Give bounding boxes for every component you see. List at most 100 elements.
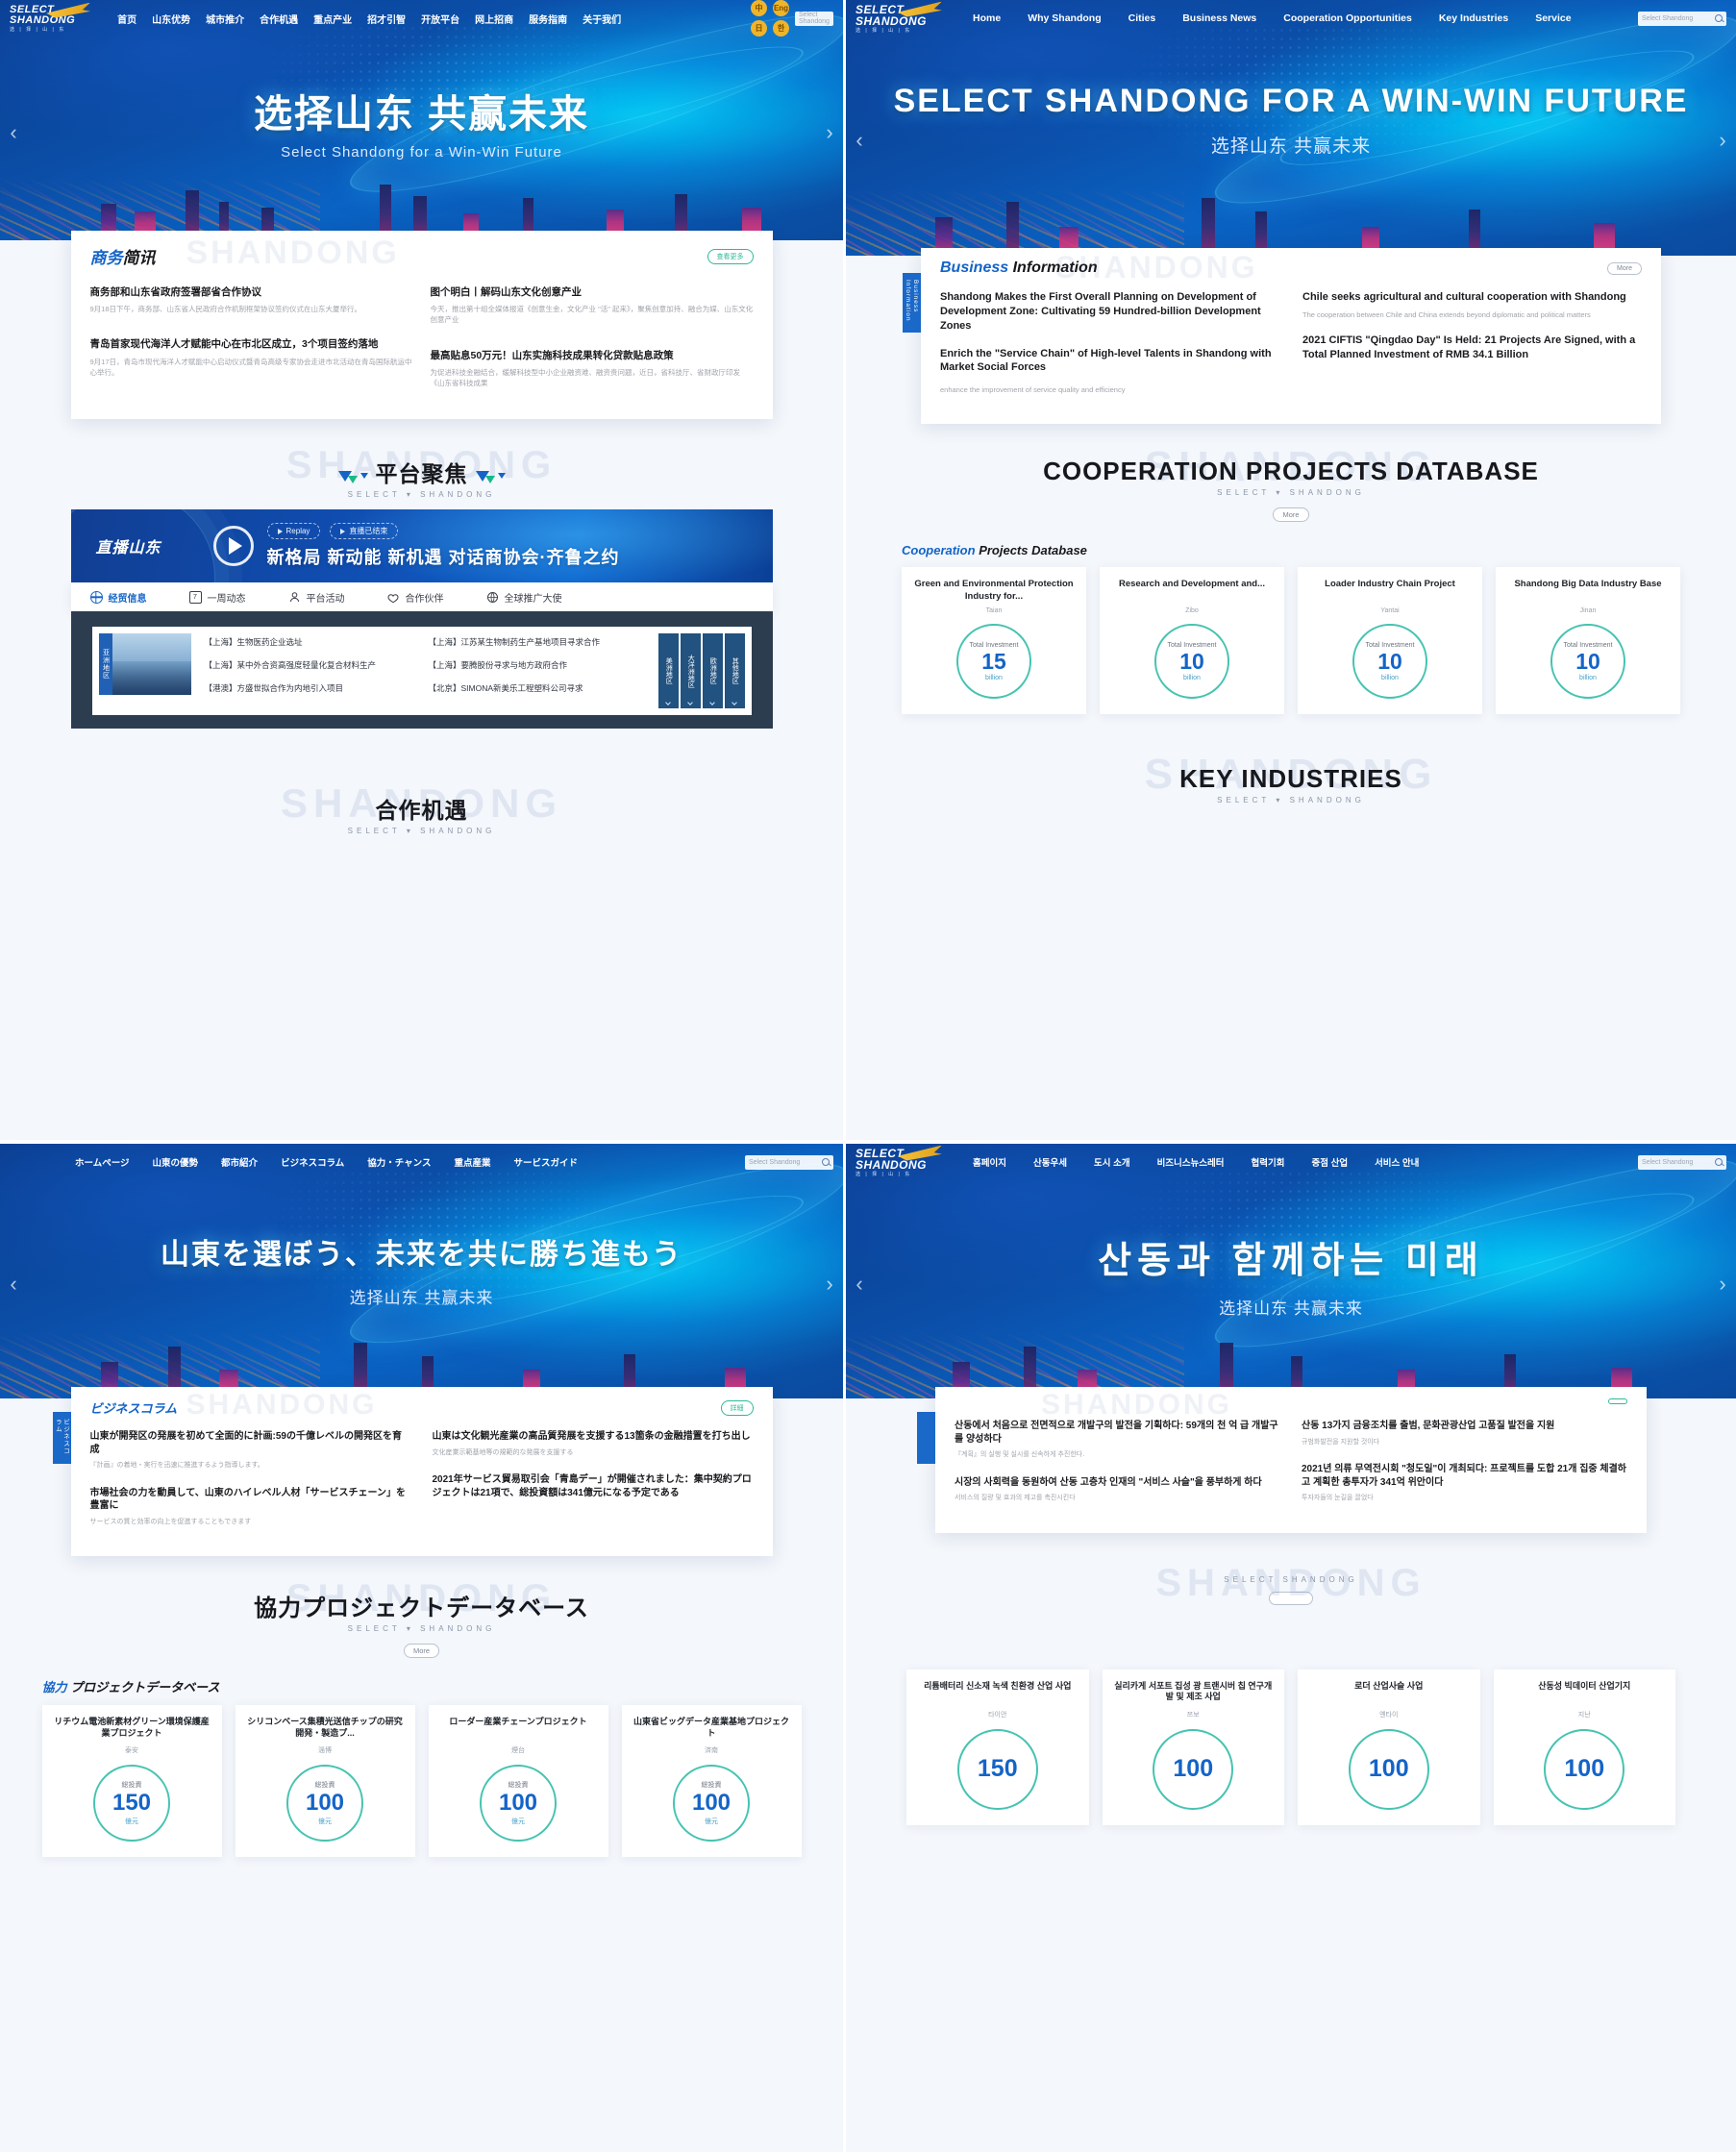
news-item[interactable]: 시장의 사회력을 동원하여 산동 고층차 인재의 "서비스 사슬"을 풍부하게 … (955, 1476, 1280, 1504)
lang-option-en[interactable]: Eng (773, 0, 789, 16)
news-item[interactable]: Enrich the "Service Chain" of High-level… (940, 347, 1279, 396)
nav-item[interactable]: 网上招商 (475, 12, 513, 26)
news-more-button[interactable]: 查看更多 (707, 248, 754, 264)
news-more-button[interactable]: More (1607, 261, 1642, 275)
region-thumbnail[interactable]: 亚洲地区 (98, 633, 191, 696)
opportunity-item[interactable]: 【上海】某中外合资高强度轻量化复合材料生产 (205, 659, 429, 671)
project-card[interactable]: Shandong Big Data Industry Base Jinan To… (1496, 567, 1680, 715)
carousel-next-icon[interactable]: › (1715, 128, 1730, 153)
region-tab-oceania[interactable]: 大洋洲地区 (680, 633, 701, 709)
carousel-prev-icon[interactable]: ‹ (6, 1272, 21, 1297)
nav-item[interactable]: 服务指南 (529, 12, 567, 26)
projects-more-button[interactable]: More (403, 1644, 440, 1658)
nav-item[interactable]: 산동우세 (1033, 1155, 1067, 1169)
tab-partners[interactable]: 合作伙伴 (386, 590, 444, 605)
carousel-next-icon[interactable]: › (822, 120, 837, 145)
nav-item[interactable]: 都市紹介 (221, 1155, 258, 1169)
search-input-zh[interactable]: Select Shandong (795, 11, 833, 26)
project-card[interactable]: Loader Industry Chain Project Yantai Tot… (1298, 567, 1482, 715)
carousel-prev-icon[interactable]: ‹ (852, 128, 867, 153)
nav-item[interactable]: 서비스 안내 (1375, 1155, 1419, 1169)
tab-platform-events[interactable]: 平台活动 (288, 590, 345, 605)
project-card[interactable]: 산동성 빅데이터 산업기지 지난 100 (1493, 1669, 1675, 1825)
news-item[interactable]: Chile seeks agricultural and cultural co… (1302, 290, 1642, 320)
tab-economic-info[interactable]: 经贸信息 (89, 590, 147, 605)
project-card[interactable]: 리튬배터리 신소재 녹색 친환경 산업 사업 타이안 150 (906, 1669, 1089, 1825)
live-banner[interactable]: 直播山东 Replay 直播已结束 新格局 新动能 新机遇 对话商协会·齐鲁之约 (70, 509, 773, 583)
nav-item[interactable]: 山東の優勢 (153, 1155, 199, 1169)
project-card[interactable]: 실리카게 서포트 집성 광 트랜시버 칩 연구개발 및 제조 사업 쯔보 100 (1102, 1669, 1284, 1825)
projects-more-button[interactable]: More (1273, 507, 1309, 523)
nav-item[interactable]: 홈페이지 (973, 1155, 1006, 1169)
region-tab-americas[interactable]: 美洲地区 (657, 633, 679, 709)
carousel-prev-icon[interactable]: ‹ (6, 120, 21, 145)
search-icon[interactable] (822, 1158, 830, 1166)
opportunity-item[interactable]: 【上海】江苏某生物制药生产基地项目寻求合作 (429, 636, 653, 648)
news-item[interactable]: 图个明白丨解码山东文化创意产业 今天，推出第十组全媒体报道《创意生金，文化产业 … (431, 285, 754, 326)
news-item[interactable]: 山東は文化観光産業の高品質発展を支援する13箇条の金融措置を打ち出し 文化産業示… (433, 1430, 754, 1458)
nav-item[interactable]: Business News (1182, 12, 1256, 24)
nav-item[interactable]: 重点産業 (455, 1155, 491, 1169)
search-input-en[interactable]: Select Shandong (1638, 11, 1726, 26)
opportunity-item[interactable]: 【北京】SIMONA新美乐工程塑料公司寻求 (429, 682, 653, 694)
nav-item[interactable]: 山东优势 (152, 12, 190, 26)
opportunity-item[interactable]: 【上海】要腾股份寻求与地方政府合作 (429, 659, 653, 671)
nav-item[interactable]: Service (1535, 12, 1571, 24)
nav-item[interactable]: 協力・チャンス (367, 1155, 431, 1169)
play-button-icon[interactable] (212, 526, 254, 567)
nav-item[interactable]: Home (973, 12, 1001, 24)
side-tab-business-column[interactable]: ビジネスコラム (52, 1412, 71, 1464)
nav-item[interactable]: Cities (1128, 12, 1156, 24)
nav-item[interactable]: Cooperation Opportunities (1283, 12, 1412, 24)
nav-item[interactable]: 重点产业 (313, 12, 352, 26)
nav-item[interactable]: 도시 소개 (1094, 1155, 1130, 1169)
news-item[interactable]: 商务部和山东省政府签署部省合作协议 9月18日下午，商务部、山东省人民政府合作机… (90, 285, 413, 314)
news-item[interactable]: 山東が開発区の発展を初めて全面的に計画:59の千億レベルの開発区を育成 『計画』… (90, 1430, 411, 1472)
nav-item[interactable]: 비즈니스뉴스레터 (1157, 1155, 1225, 1169)
opportunity-item[interactable]: 【上海】生物医药企业选址 (205, 636, 429, 648)
news-item[interactable]: 最高贴息50万元！山东实施科技成果转化贷款贴息政策 为促进科技金融结合，缓解科技… (431, 349, 754, 389)
project-card[interactable]: 로더 산업사슬 사업 옌타이 100 (1298, 1669, 1480, 1825)
news-item[interactable]: 青岛首家现代海洋人才赋能中心在市北区成立，3个项目签约落地 9月17日，青岛市现… (90, 337, 413, 378)
news-item[interactable]: 2021年サービス貿易取引会「青島デー」が開催されました：集中契約プロジェクトは… (433, 1473, 754, 1499)
nav-item[interactable]: Key Industries (1439, 12, 1508, 24)
news-item[interactable]: 2021년 의류 무역전시회 "청도일"이 개최되다: 프로젝트를 도합 21개… (1302, 1463, 1627, 1504)
lang-option-ko[interactable]: 한 (773, 20, 789, 37)
nav-item[interactable]: ビジネスコラム (281, 1155, 344, 1169)
opportunity-item[interactable]: 【港澳】方盛世拟合作为内地引入项目 (205, 682, 429, 694)
nav-item[interactable]: 협력기회 (1251, 1155, 1284, 1169)
project-card[interactable]: リチウム電池新素材グリーン環境保護産業プロジェクト 泰安 総投資 150 億元 (41, 1705, 222, 1857)
region-tab-europe[interactable]: 欧洲地区 (702, 633, 723, 709)
lang-option-zh[interactable]: 中 (751, 0, 767, 16)
news-item[interactable]: 산동 13가지 금융조치를 출범, 문화관광산업 고품질 발전을 지원 규범화발… (1302, 1420, 1627, 1447)
site-logo[interactable]: SELECT SHANDONG 选 | 择 | 山 | 东 (856, 1, 943, 34)
project-card[interactable]: Green and Environmental Protection Indus… (902, 567, 1086, 715)
news-item[interactable]: 市場社会の力を動員して、山東のハイレベル人材「サービスチェーン」を豊富に サービ… (90, 1487, 411, 1528)
search-input-ja[interactable]: Select Shandong (745, 1154, 833, 1170)
nav-item[interactable]: 城市推介 (206, 12, 244, 26)
project-card[interactable]: Research and Development and... Zibo Tot… (1100, 567, 1284, 715)
search-icon[interactable] (1715, 14, 1723, 22)
carousel-next-icon[interactable]: › (1715, 1272, 1730, 1297)
nav-item[interactable]: 关于我们 (583, 12, 621, 26)
nav-item[interactable]: サービスガイド (514, 1155, 579, 1169)
news-more-button[interactable]: 詳細 (720, 1399, 754, 1416)
lang-option-ja[interactable]: 日 (751, 20, 767, 37)
news-item[interactable]: 산동에서 처음으로 전면적으로 개발구의 발전을 기획하다: 59개의 천 억 … (955, 1420, 1280, 1461)
live-replay-pill[interactable]: Replay (266, 523, 321, 540)
nav-item[interactable]: 招才引智 (367, 12, 406, 26)
carousel-prev-icon[interactable]: ‹ (852, 1272, 867, 1297)
side-tab-business-news[interactable] (917, 1412, 935, 1464)
nav-item[interactable]: ホームページ (75, 1155, 130, 1169)
site-logo[interactable]: SELECT SHANDONG 选 | 择 | 山 | 东 (10, 2, 91, 33)
nav-item[interactable]: 중점 산업 (1311, 1155, 1348, 1169)
live-status-pill[interactable]: 直播已结束 (330, 523, 399, 540)
nav-item[interactable]: 合作机遇 (260, 12, 298, 26)
tab-weekly-news[interactable]: 7 一周动态 (188, 590, 246, 605)
news-item[interactable]: Shandong Makes the First Overall Plannin… (940, 290, 1279, 334)
search-icon[interactable] (1715, 1158, 1723, 1166)
side-tab-business-information[interactable]: Business Information (903, 273, 921, 333)
project-card[interactable]: シリコンベース集積光送信チップの研究開発・製造プ... 淄博 総投資 100 億… (235, 1705, 415, 1857)
tab-global-ambassador[interactable]: 全球推广大使 (486, 590, 562, 605)
search-input-ko[interactable]: Select Shandong (1638, 1154, 1726, 1170)
